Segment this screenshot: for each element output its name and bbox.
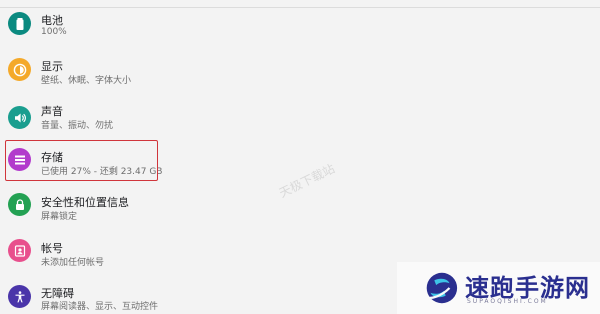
account-icon xyxy=(8,239,31,262)
settings-item-battery[interactable]: 电池 100% xyxy=(0,0,600,42)
settings-item-title: 帐号 xyxy=(41,242,63,255)
brand-url: SUPAOQISHI.COM xyxy=(467,298,548,305)
storage-highlight-box xyxy=(5,140,158,181)
settings-item-subtitle: 壁纸、休眠、字体大小 xyxy=(41,76,132,86)
settings-item-sound[interactable]: 声音 音量、振动、勿扰 xyxy=(0,96,600,138)
settings-item-subtitle: 音量、振动、勿扰 xyxy=(41,121,114,131)
battery-icon xyxy=(8,12,31,35)
settings-item-title: 显示 xyxy=(41,60,63,73)
lock-icon xyxy=(8,193,31,216)
settings-item-title: 安全性和位置信息 xyxy=(41,196,129,209)
settings-item-subtitle: 屏幕阅读器、显示、互动控件 xyxy=(41,302,159,312)
settings-item-security[interactable]: 安全性和位置信息 屏幕锁定 xyxy=(0,188,600,230)
brand-mark-icon xyxy=(424,272,458,304)
settings-item-display[interactable]: 显示 壁纸、休眠、字体大小 xyxy=(0,48,600,90)
settings-item-title: 声音 xyxy=(41,105,63,118)
settings-item-subtitle: 屏幕锁定 xyxy=(41,212,78,222)
accessibility-icon xyxy=(8,285,31,308)
settings-item-subtitle: 未添加任何帐号 xyxy=(41,258,105,268)
volume-icon xyxy=(8,106,31,129)
brand-logo: 速跑手游网 SUPAOQISHI.COM xyxy=(397,262,600,314)
settings-item-title: 电池 xyxy=(41,14,63,27)
brightness-icon xyxy=(8,58,31,81)
settings-item-subtitle: 100% xyxy=(41,27,67,37)
